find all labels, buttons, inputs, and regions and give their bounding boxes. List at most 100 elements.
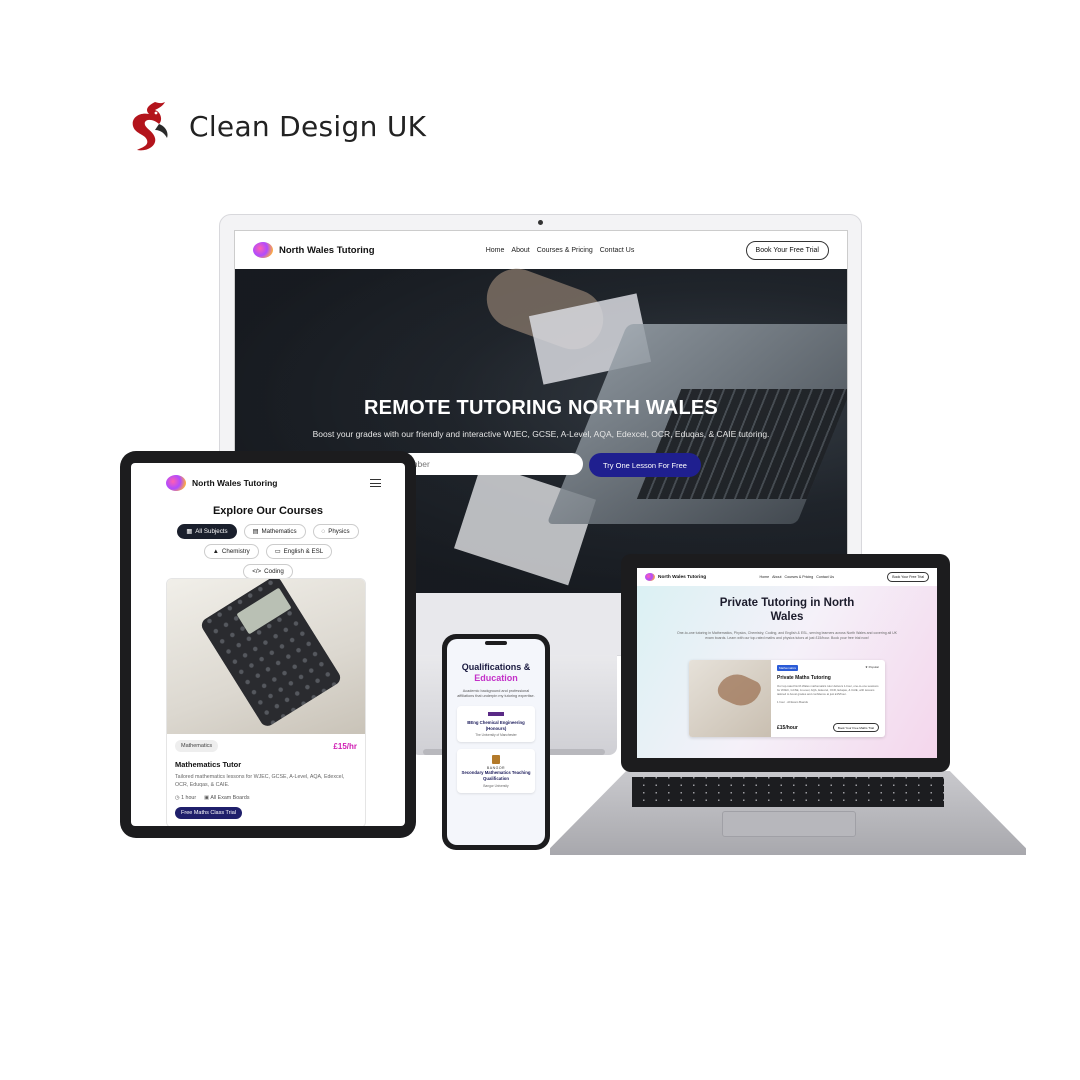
phone-notch [485,641,507,645]
tablet-logo-text: North Wales Tutoring [192,478,278,488]
nav-link-courses[interactable]: Courses & Pricing [784,575,813,579]
chip-label: Physics [328,528,350,535]
flask-icon: ▲ [212,548,219,555]
title-line-1: Qualifications & [461,662,531,672]
calculator-photo [167,579,365,734]
card-description: Our top-rated North Wales mathematics tu… [777,684,879,697]
duration-text: 1 hour [181,795,197,802]
nav-link-contact[interactable]: Contact Us [600,247,635,254]
subject-filter-chips: ▦ All Subjects ▤ Mathematics ◌ Physics ▲ Che… [131,517,405,579]
laptop-nav-links: Home About Courses & Pricing Contact Us [759,575,834,579]
chip-mathematics[interactable]: ▤ Mathematics [243,524,306,539]
courses-heading: Explore Our Courses [212,505,324,517]
laptop-lid: North Wales Tutoring Home About Courses … [621,554,950,772]
qualification-card: BEng Chemical Engineering (Honours) The … [457,706,535,743]
course-meta: ◷ 1 hour ▣ All Exam Boards [175,795,357,801]
tutoring-photo [689,660,771,737]
maths-card-body: Mathematics ★ Popular Private Maths Tuto… [771,660,885,737]
nav-link-about[interactable]: About [772,575,781,579]
free-trial-button[interactable]: Free Maths Class Trial [175,807,243,820]
course-card-header: Mathematics £15/hr [175,740,357,752]
card-price: £15/hour [777,725,798,731]
laptop-site-logo[interactable]: North Wales Tutoring [645,573,706,581]
brand-header: Clean Design UK [125,100,426,152]
dragon-logo-icon [132,102,168,151]
subject-tag: Mathematics [175,740,219,752]
degree-name: Secondary Mathematics Teaching Qualifica… [461,770,531,781]
brand-name: Clean Design UK [189,109,427,143]
subject-badge: Mathematics [777,665,799,671]
tablet-device: North Wales Tutoring Explore Our Courses… [120,451,416,838]
degree-name: BEng Chemical Engineering (Honours) [467,720,525,731]
course-description: Tailored mathematics lessons for WJEC, G… [175,774,345,788]
laptop-screen: North Wales Tutoring Home About Courses … [637,568,937,758]
tablet-screen: North Wales Tutoring Explore Our Courses… [131,463,405,826]
chip-label: English & ESL [283,548,324,555]
qualifications-subtitle: Academic background and professional aff… [457,688,535,698]
course-price: £15/hr [333,741,357,751]
chip-physics[interactable]: ◌ Physics [312,524,359,539]
desktop-nav: North Wales Tutoring Home About Courses … [235,231,847,269]
laptop-book-trial-button[interactable]: Book Your Free Trial [887,572,929,582]
nav-link-home[interactable]: Home [759,575,769,579]
course-card-body: Mathematics £15/hr Mathematics Tutor Tai… [167,734,365,825]
camera-dot [538,220,543,225]
hamburger-menu-icon[interactable] [370,479,381,487]
maths-tutoring-card[interactable]: Mathematics ★ Popular Private Maths Tuto… [689,660,885,737]
laptop-keyboard [632,777,944,807]
popular-badge: ★ Popular [865,665,879,669]
phone-device: Qualifications & Education Academic back… [442,634,550,850]
course-title: Mathematics Tutor [175,760,242,769]
chip-label: All Subjects [195,528,228,535]
nav-link-about[interactable]: About [511,247,529,254]
book-maths-trial-button[interactable]: Book Your Free Maths Trial [832,723,879,732]
chip-chemistry[interactable]: ▲ Chemistry [203,544,259,559]
nav-links: Home About Courses & Pricing Contact Us [486,247,635,254]
chip-label: Mathematics [261,528,297,535]
brain-logo-icon [645,573,655,581]
chip-label: Chemistry [221,548,250,555]
tablet-nav: North Wales Tutoring [131,463,405,491]
bangor-crest-icon [492,755,500,765]
course-card[interactable]: Mathematics £15/hr Mathematics Tutor Tai… [166,578,366,826]
nav-link-contact[interactable]: Contact Us [816,575,834,579]
code-icon: </> [252,568,262,575]
lightbulb-icon: ◌ [321,528,326,535]
title-line-2: Wales [770,611,804,624]
laptop-page-title: Private Tutoring in North Wales [637,596,937,625]
institution-name: The University of Manchester [475,733,517,738]
chip-coding[interactable]: </> Coding [243,564,293,579]
try-free-lesson-button[interactable]: Try One Lesson For Free [589,453,701,477]
tablet-site-logo[interactable]: North Wales Tutoring [166,475,277,491]
nav-link-home[interactable]: Home [486,247,505,254]
site-logo-text: North Wales Tutoring [279,244,375,256]
chip-label: Coding [264,568,284,575]
card-badges: Mathematics ★ Popular [777,665,879,671]
grid-icon: ▦ [186,528,193,535]
institution-name: Bangor University [483,783,509,788]
chip-english[interactable]: ▭ English & ESL [265,544,333,559]
book-trial-button[interactable]: Book Your Free Trial [745,240,829,260]
exam-boards: ▣ All Exam Boards [204,795,249,801]
phone-screen: Qualifications & Education Academic back… [447,639,545,845]
book-icon: ▭ [274,548,281,555]
hero-subtitle: Boost your grades with our friendly and … [312,429,770,439]
card-title: Private Maths Tutoring [777,675,831,681]
hero-title: REMOTE TUTORING NORTH WALES [364,397,718,419]
manchester-logo-icon [488,712,504,717]
laptop-trackpad [722,811,856,837]
qualifications-title: Qualifications & Education [447,662,545,684]
calculator-icon: ▤ [252,528,259,535]
chip-all-subjects[interactable]: ▦ All Subjects [177,524,237,539]
title-line-1: Private Tutoring in North [719,597,855,609]
qualification-card: BANGOR Secondary Mathematics Teaching Qu… [457,749,535,793]
laptop-nav: North Wales Tutoring Home About Courses … [637,568,937,586]
card-meta: 1 hour · All Exam Boards [777,699,808,704]
nav-link-courses[interactable]: Courses & Pricing [537,247,593,254]
brain-logo-icon [253,242,273,258]
site-logo[interactable]: North Wales Tutoring [253,242,375,258]
boards-text: All Exam Boards [210,795,250,802]
title-line-2: Education [474,672,518,683]
duration: ◷ 1 hour [175,795,196,801]
laptop-logo-text: North Wales Tutoring [658,574,707,580]
